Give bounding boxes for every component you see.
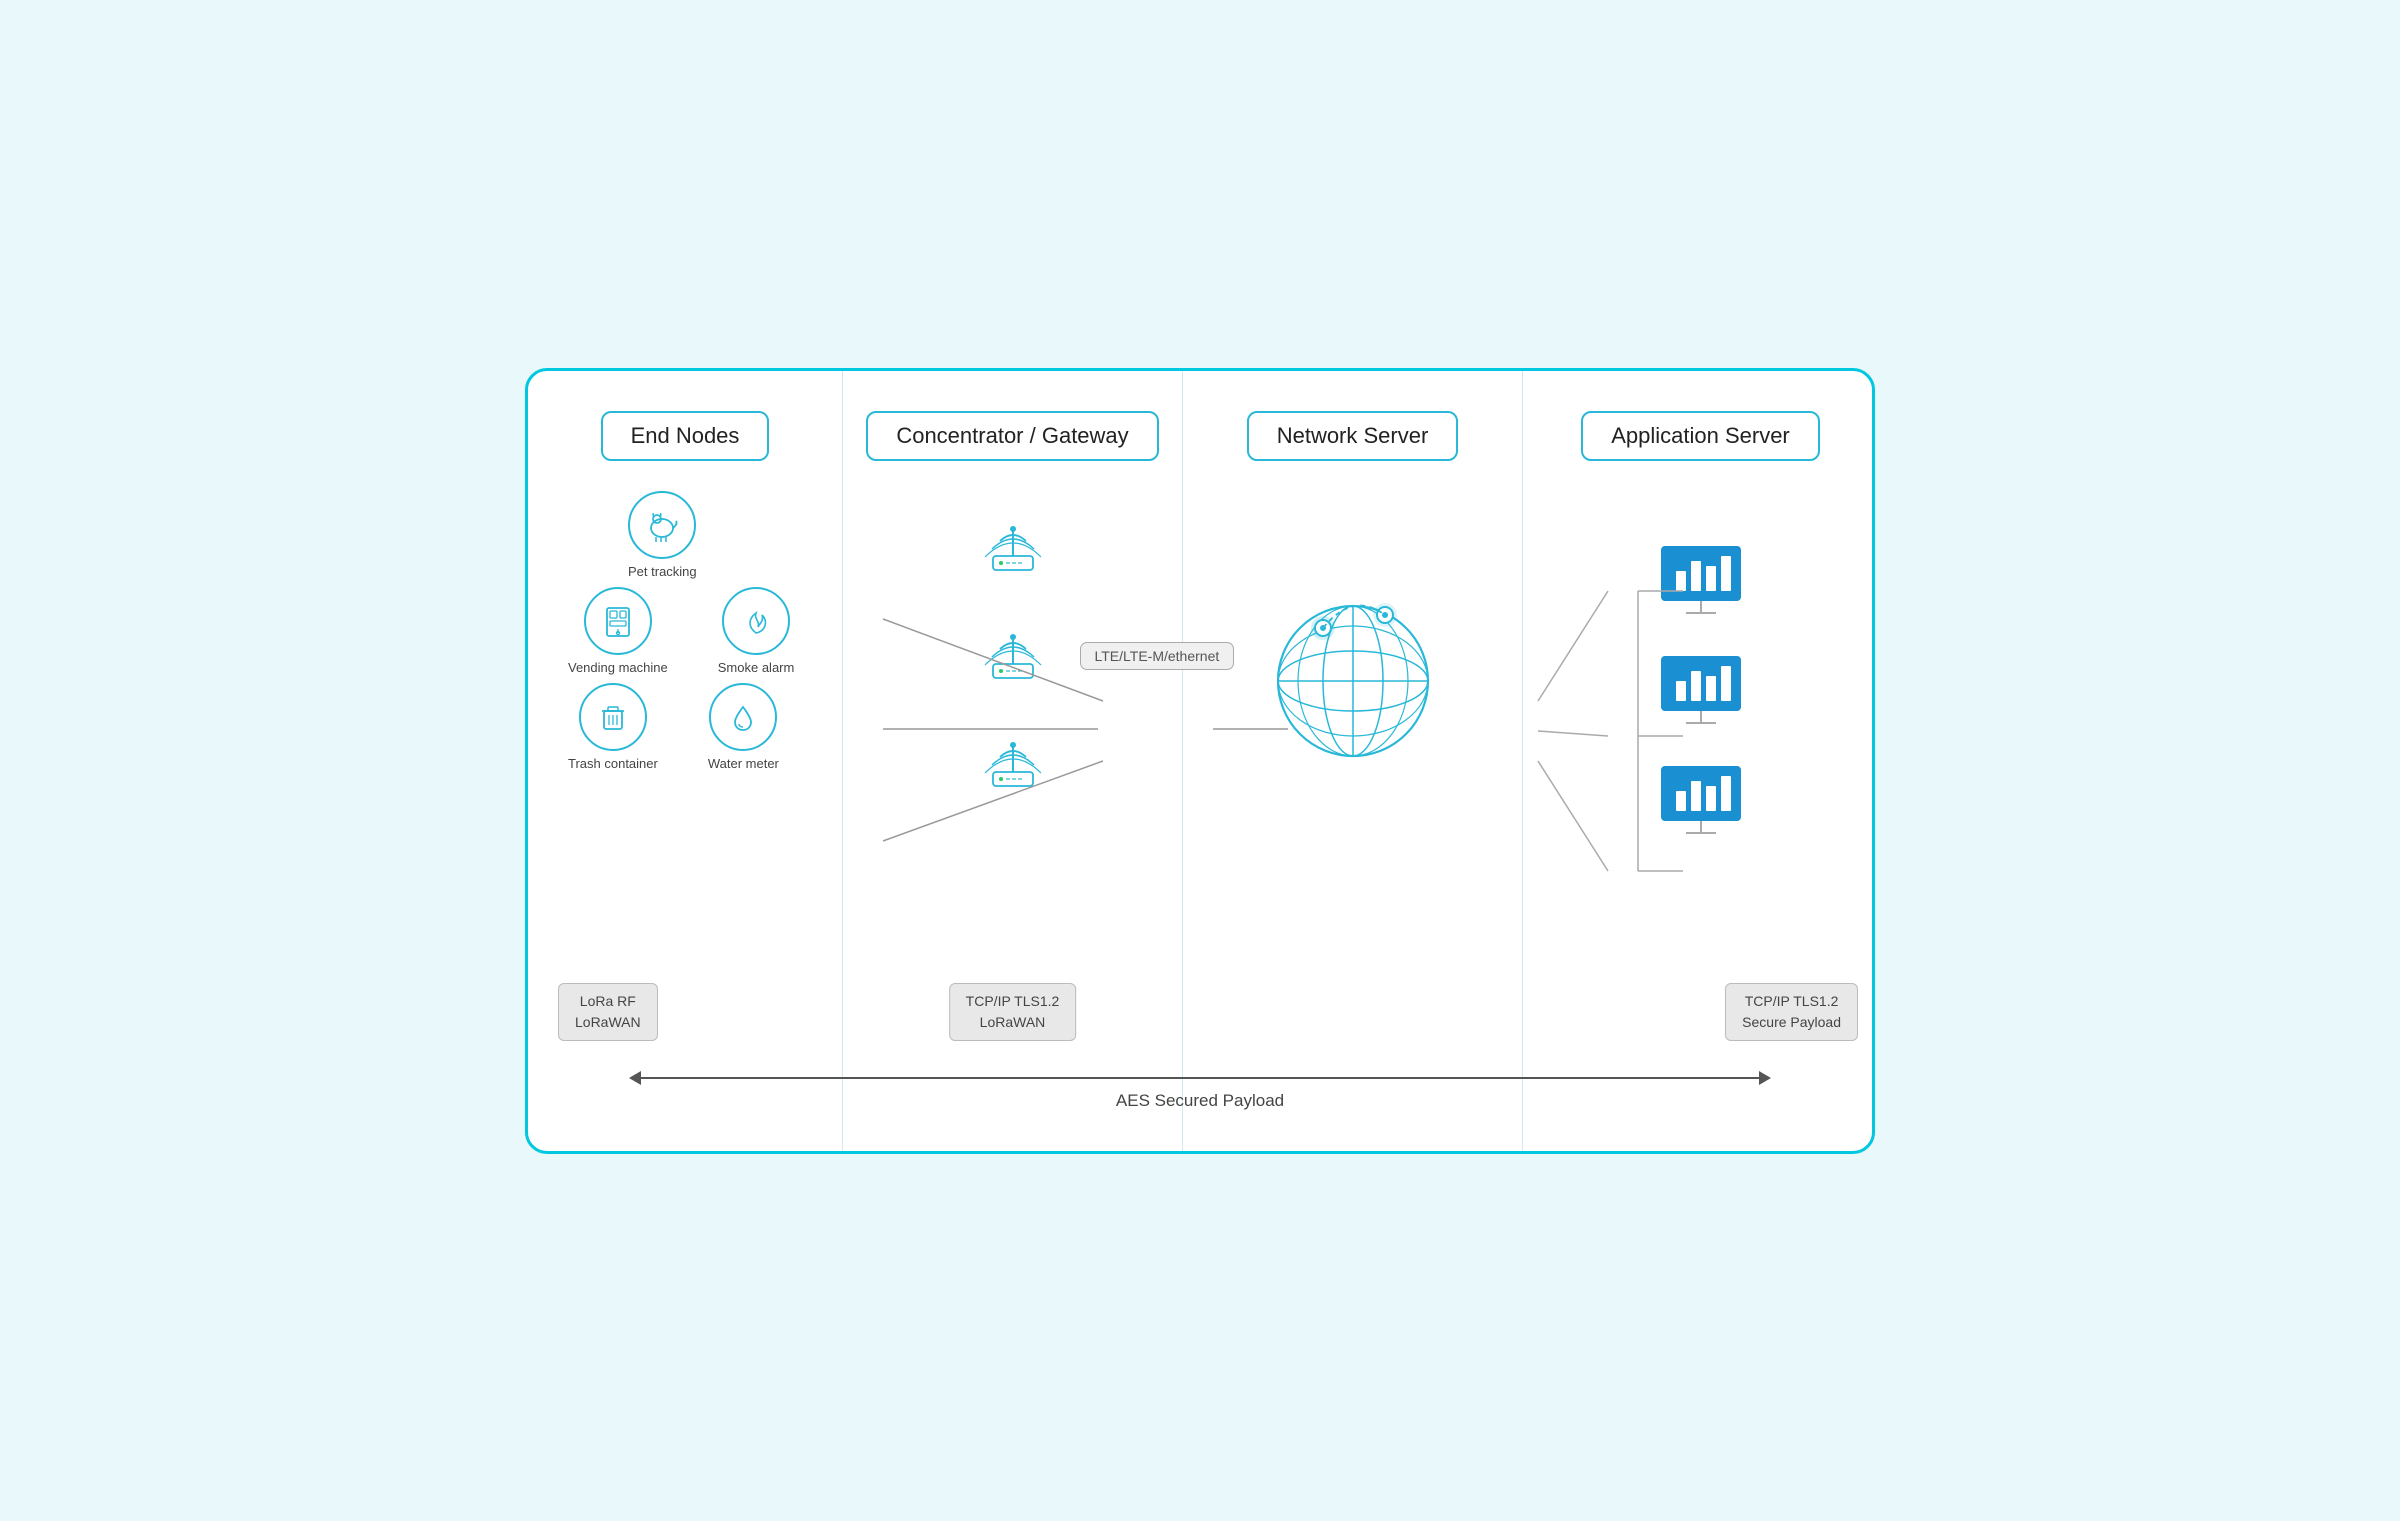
water-meter-icon (709, 683, 777, 751)
trash-container-icon (579, 683, 647, 751)
app-server-protocol: TCP/IP TLS1.2 Secure Payload (1725, 983, 1858, 1041)
app-server-monitors (1656, 541, 1746, 841)
arrow-right-head (1759, 1071, 1771, 1085)
globe-icon (1243, 561, 1463, 781)
arrow-body (641, 1077, 1759, 1079)
columns-layout: End Nodes (528, 371, 1872, 1151)
app-server-header: Application Server (1581, 411, 1820, 461)
gateway-2 (968, 609, 1058, 689)
monitor-1 (1656, 541, 1746, 621)
col-end-nodes: End Nodes (528, 371, 843, 1151)
aes-label: AES Secured Payload (1116, 1091, 1284, 1111)
end-nodes-header: End Nodes (601, 411, 770, 461)
pet-tracking-label: Pet tracking (628, 564, 697, 579)
aes-section: AES Secured Payload (528, 1071, 1872, 1111)
lte-badge: LTE/LTE-M/ethernet (1080, 642, 1235, 670)
concentrator-protocol: TCP/IP TLS1.2 LoRaWAN (949, 983, 1077, 1041)
col-app-server: Application Server (1523, 371, 1875, 1151)
gateway-3 (968, 717, 1058, 797)
diagram-container: End Nodes (525, 368, 1875, 1154)
concentrator-header: Concentrator / Gateway (866, 411, 1158, 461)
col-concentrator: Concentrator / Gateway (843, 371, 1183, 1151)
end-nodes-protocol: LoRa RF LoRaWAN (558, 983, 658, 1041)
pet-tracking-icon (628, 491, 696, 559)
smoke-alarm-label: Smoke alarm (718, 660, 795, 675)
gateway-list (968, 501, 1058, 797)
monitor-3 (1656, 761, 1746, 841)
aes-arrow (629, 1071, 1771, 1085)
arrow-left-head (629, 1071, 641, 1085)
monitor-2 (1656, 651, 1746, 731)
trash-container-label: Trash container (568, 756, 658, 771)
water-meter-label: Water meter (708, 756, 779, 771)
smoke-alarm-icon (722, 587, 790, 655)
col-network-server: Network Server (1183, 371, 1523, 1151)
vending-machine-icon (584, 587, 652, 655)
gateway-1 (968, 501, 1058, 581)
vending-machine-label: Vending machine (568, 660, 668, 675)
network-server-header: Network Server (1247, 411, 1459, 461)
